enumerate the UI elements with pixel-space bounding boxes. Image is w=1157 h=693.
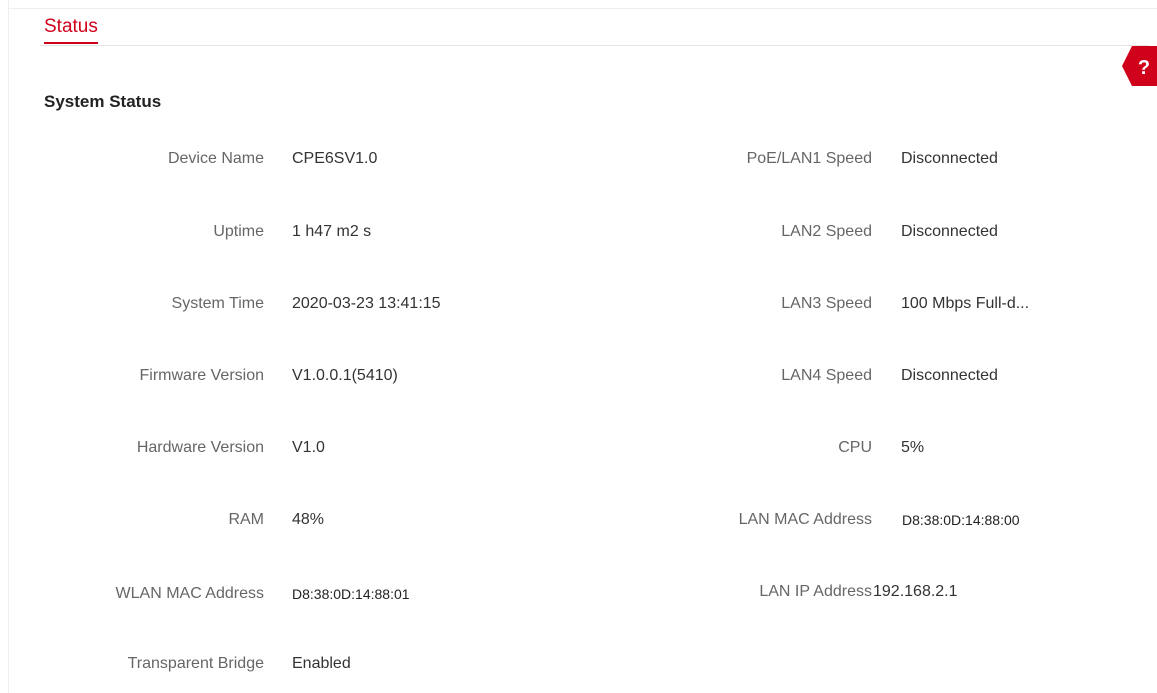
value-lan-ip-address: 192.168.2.1 (873, 583, 958, 600)
value-transparent-bridge: Enabled (292, 655, 351, 672)
value-poe-lan1-speed: Disconnected (901, 150, 998, 167)
section-title-system-status: System Status (44, 92, 162, 111)
top-divider (8, 8, 1157, 9)
value-lan3-speed: 100 Mbps Full-d... (901, 295, 1030, 312)
row-cpu: CPU 5% (0, 436, 1157, 460)
help-icon-label: ? (1138, 57, 1150, 79)
row-lan2-speed: LAN2 Speed Disconnected (0, 220, 1157, 244)
row-lan-ip-address: LAN IP Address 192.168.2.1 (0, 580, 1157, 604)
value-cpu: 5% (901, 439, 925, 456)
label-transparent-bridge: Transparent Bridge (127, 655, 264, 672)
help-button[interactable]: ? (1122, 46, 1157, 86)
tab-status[interactable]: Status (44, 14, 98, 44)
label-poe-lan1-speed: PoE/LAN1 Speed (746, 150, 872, 167)
label-cpu: CPU (838, 439, 872, 456)
question-mark-icon: ? (1122, 46, 1157, 86)
label-lan-ip-address: LAN IP Address (759, 583, 872, 600)
label-lan-mac-address: LAN MAC Address (738, 511, 872, 528)
row-poe-lan1-speed: PoE/LAN1 Speed Disconnected (0, 147, 1157, 171)
row-lan4-speed: LAN4 Speed Disconnected (0, 364, 1157, 388)
row-lan-mac-address: LAN MAC Address D8:38:0D:14:88:00 (0, 508, 1157, 532)
row-transparent-bridge: Transparent Bridge Enabled (0, 652, 1157, 676)
label-lan3-speed: LAN3 Speed (781, 295, 872, 312)
row-lan3-speed: LAN3 Speed 100 Mbps Full-d... (0, 292, 1157, 316)
tab-underline-divider (40, 45, 1149, 46)
value-lan2-speed: Disconnected (901, 223, 998, 240)
label-lan4-speed: LAN4 Speed (781, 367, 872, 384)
value-lan-mac-address: D8:38:0D:14:88:00 (902, 512, 1020, 528)
value-lan4-speed: Disconnected (901, 367, 998, 384)
label-lan2-speed: LAN2 Speed (781, 223, 872, 240)
